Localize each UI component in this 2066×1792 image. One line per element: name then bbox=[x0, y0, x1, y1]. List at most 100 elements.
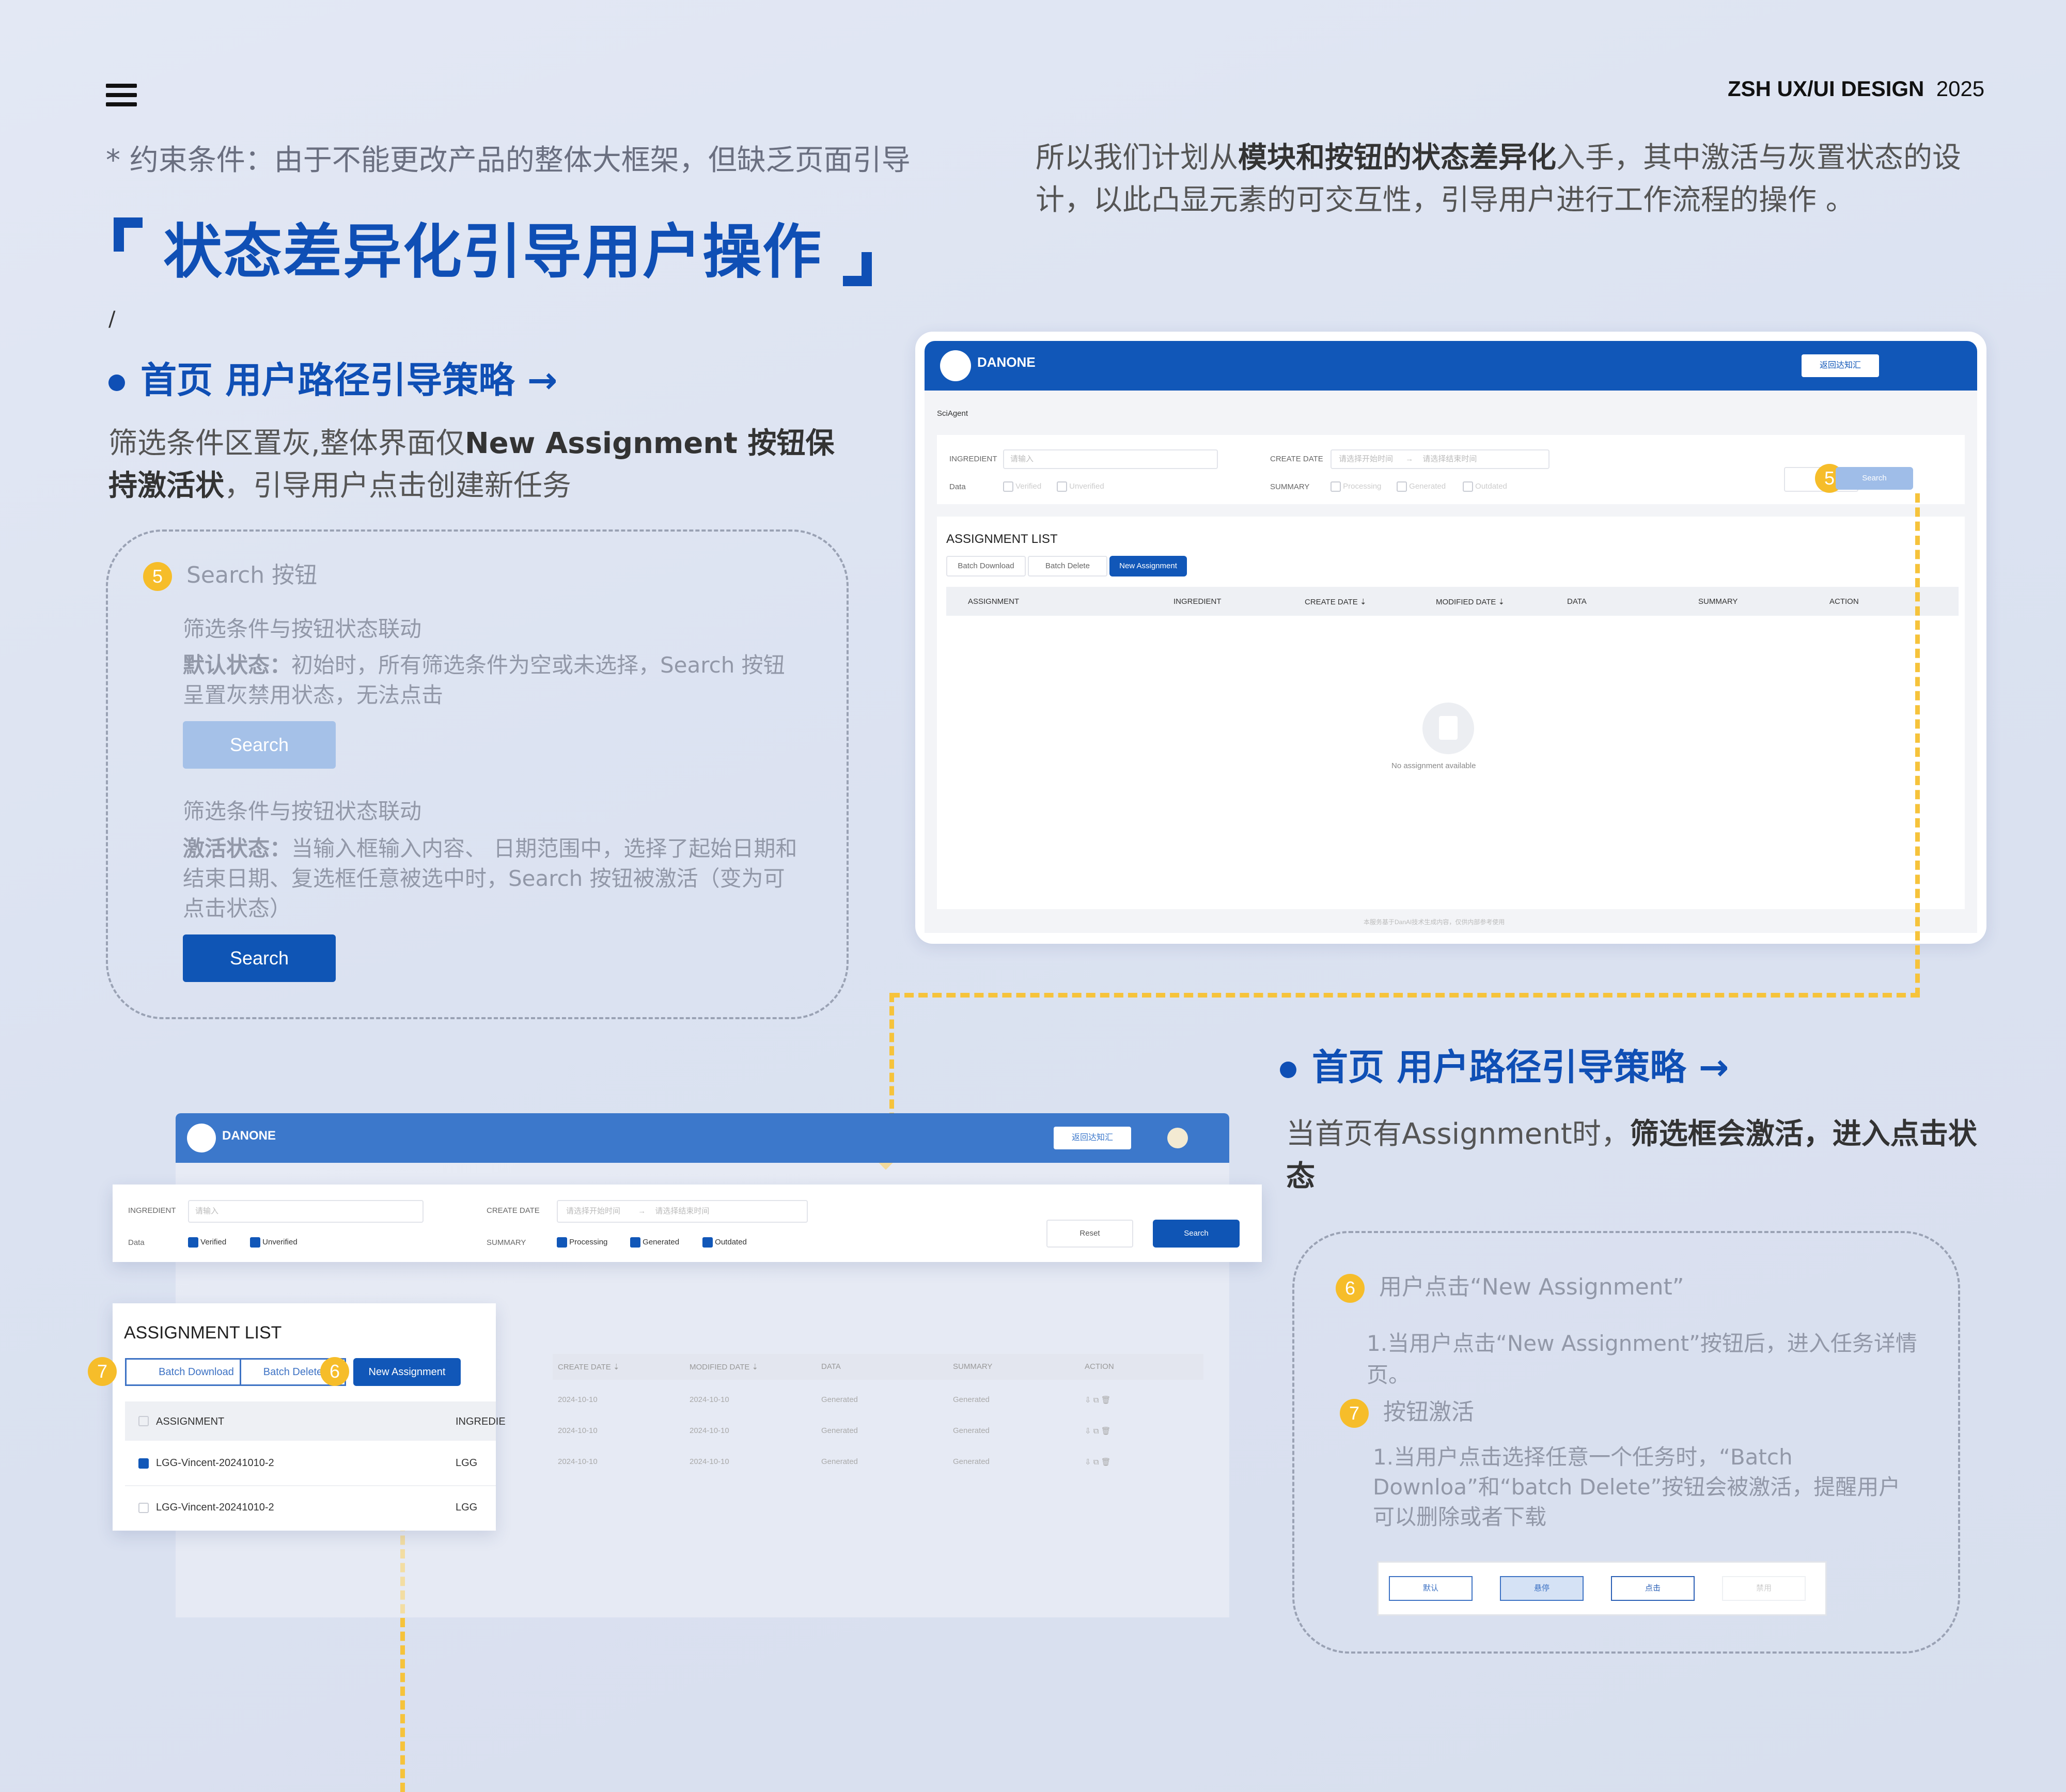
app2-data-label: Data bbox=[128, 1238, 145, 1247]
app1-batch-download-button: Batch Download bbox=[946, 556, 1026, 576]
col-create-date[interactable]: CREATE DATE ⇣ bbox=[1305, 597, 1367, 606]
card5-sub2: 筛选条件与按钮状态联动 bbox=[183, 799, 422, 824]
row-checkbox-checked[interactable] bbox=[138, 1458, 149, 1469]
app1-search-button-disabled: Search bbox=[1836, 467, 1913, 490]
empty-document-icon bbox=[1422, 703, 1474, 754]
app2-unverified-checkbox[interactable]: Unverified bbox=[250, 1237, 298, 1248]
section1-heading: 首页 用户路径引导策略 → bbox=[108, 351, 557, 403]
avatar[interactable] bbox=[1167, 1128, 1188, 1148]
search-button-disabled: Search bbox=[183, 721, 336, 769]
brand-header: ZSH UX/UI DESIGN 2025 bbox=[1728, 76, 1984, 101]
app2-col-ingredient: INGREDIE bbox=[456, 1416, 506, 1427]
select-all-checkbox[interactable] bbox=[138, 1416, 149, 1426]
slash-divider: / bbox=[108, 307, 116, 331]
state-default-button: 默认 bbox=[1389, 1576, 1473, 1601]
search-button-active[interactable]: Search bbox=[183, 934, 336, 982]
step-badge-7: 7 bbox=[1340, 1399, 1369, 1428]
app1-verified-checkbox[interactable]: Verified bbox=[1003, 481, 1041, 492]
row-checkbox[interactable] bbox=[138, 1503, 149, 1513]
bg-cell: 2024-10-10 bbox=[690, 1457, 729, 1466]
app2-outdated-checkbox[interactable]: Outdated bbox=[702, 1237, 747, 1248]
section2-heading: 首页 用户路径引导策略 → bbox=[1280, 1038, 1729, 1090]
app1-back-button[interactable]: 返回达知汇 bbox=[1802, 354, 1879, 377]
app1-create-date-label: CREATE DATE bbox=[1270, 455, 1323, 463]
card6-title: 用户点击“New Assignment” bbox=[1379, 1274, 1684, 1300]
state-pressed-button: 点击 bbox=[1611, 1576, 1695, 1601]
bg-cell: Generated bbox=[821, 1395, 858, 1404]
app1-processing-checkbox[interactable]: Processing bbox=[1331, 481, 1381, 492]
homepage-screenshot: DANONE 返回达知汇 SciAgent INGREDIENT 请输入 CRE… bbox=[915, 332, 1986, 944]
app2-reset-button[interactable]: Reset bbox=[1046, 1220, 1133, 1248]
app2-unverified-label: Unverified bbox=[262, 1237, 298, 1246]
app1-date-range[interactable]: 请选择开始时间 → 请选择结束时间 bbox=[1331, 449, 1549, 469]
table-row[interactable]: LGG-Vincent-20241010-2 LGG bbox=[125, 1485, 496, 1530]
row-assignment: LGG-Vincent-20241010-2 bbox=[156, 1502, 274, 1513]
card7-text: 1.当用户点击选择任意一个任务时，“Batch Downloa”和“batch … bbox=[1373, 1444, 1901, 1530]
card5-sub1: 筛选条件与按钮状态联动 bbox=[183, 616, 422, 642]
app2-search-button[interactable]: Search bbox=[1153, 1220, 1240, 1248]
app1-generated-checkbox[interactable]: Generated bbox=[1397, 481, 1446, 492]
hamburger-icon[interactable] bbox=[106, 84, 137, 112]
search-button-card: 5 Search 按钮 筛选条件与按钮状态联动 默认状态：初始时，所有筛选条件为… bbox=[106, 529, 849, 1019]
app2-list-panel: ASSIGNMENT LIST Batch Download 7 Batch D… bbox=[88, 1303, 506, 1531]
app1-unverified-checkbox[interactable]: Unverified bbox=[1057, 481, 1104, 492]
page-title: 状态差异化引导用户操作 bbox=[114, 204, 872, 289]
bg-col-2: DATA bbox=[821, 1362, 841, 1371]
app2-col-assignment: ASSIGNMENT bbox=[156, 1416, 225, 1427]
bg-cell: 2024-10-10 bbox=[558, 1457, 598, 1466]
action-icons: ⇩ ⧉ 🗑 bbox=[1085, 1427, 1111, 1436]
bg-cell: Generated bbox=[953, 1457, 990, 1466]
constraint-text: * 约束条件：由于不能更改产品的整体大框架，但缺乏页面引导 bbox=[106, 144, 911, 177]
state-hover-button: 悬停 bbox=[1500, 1576, 1584, 1601]
app2-date-end: 请选择结束时间 bbox=[655, 1207, 710, 1216]
app2-ingredient-input[interactable]: 请输入 bbox=[188, 1200, 424, 1223]
bg-col-0: CREATE DATE ⇣ bbox=[558, 1363, 620, 1372]
app2-header: DANONE 返回达知汇 bbox=[176, 1113, 1229, 1163]
app1-table-header: ASSIGNMENT INGREDIENT CREATE DATE ⇣ MODI… bbox=[946, 587, 1959, 616]
app1-header: DANONE 返回达知汇 bbox=[925, 341, 1977, 391]
app1-ingredient-input[interactable]: 请输入 bbox=[1003, 449, 1218, 469]
app1-list-title: ASSIGNMENT LIST bbox=[946, 532, 1058, 546]
app2-verified-label: Verified bbox=[200, 1237, 227, 1246]
app2-summary-label: SUMMARY bbox=[487, 1238, 526, 1247]
connector-line-v1 bbox=[1915, 493, 1920, 997]
app1-body: SciAgent INGREDIENT 请输入 CREATE DATE 请选择开… bbox=[925, 391, 1977, 933]
step-badge-6-app: 6 bbox=[320, 1357, 349, 1386]
app1-new-assignment-button[interactable]: New Assignment bbox=[1109, 556, 1187, 576]
bg-cell: Generated bbox=[953, 1395, 990, 1404]
app2-date-start: 请选择开始时间 bbox=[566, 1207, 621, 1216]
app2-table-header: ASSIGNMENT INGREDIE bbox=[125, 1401, 506, 1441]
bullet-dot-icon bbox=[1280, 1061, 1296, 1078]
app2-back-button[interactable]: 返回达知汇 bbox=[1054, 1127, 1131, 1149]
card6-text: 1.当用户点击“New Assignment”按钮后，进入任务详情页。 bbox=[1367, 1331, 1917, 1388]
app1-generated-label: Generated bbox=[1409, 481, 1446, 491]
app1-outdated-label: Outdated bbox=[1475, 481, 1507, 491]
step-badge-5: 5 bbox=[143, 562, 172, 591]
row-assignment: LGG-Vincent-20241010-2 bbox=[156, 1457, 274, 1469]
app2-processing-checkbox[interactable]: Processing bbox=[557, 1237, 607, 1248]
page-title-text: 状态差异化引导用户操作 bbox=[163, 217, 823, 286]
app1-date-end: 请选择结束时间 bbox=[1422, 455, 1477, 463]
app2-generated-checkbox[interactable]: Generated bbox=[630, 1237, 679, 1248]
section2-desc: 当首页有Assignment时，筛选框会激活，进入点击状态 bbox=[1286, 1113, 1978, 1198]
col-modified-date[interactable]: MODIFIED DATE ⇣ bbox=[1436, 597, 1505, 606]
step-badge-7-app: 7 bbox=[88, 1357, 117, 1386]
bg-cell: 2024-10-10 bbox=[690, 1426, 729, 1435]
bracket-left-icon bbox=[114, 217, 143, 252]
app2-new-assignment-button[interactable]: New Assignment bbox=[353, 1358, 461, 1386]
app1-ingredient-label: INGREDIENT bbox=[949, 455, 997, 463]
app2-outdated-label: Outdated bbox=[715, 1237, 747, 1246]
table-row[interactable]: LGG-Vincent-20241010-2 LGG bbox=[125, 1441, 496, 1486]
col-ingredient: INGREDIENT bbox=[1173, 597, 1222, 606]
new-assignment-card: 6 用户点击“New Assignment” 1.当用户点击“New Assig… bbox=[1292, 1231, 1960, 1654]
app2-logo-text: DANONE bbox=[222, 1129, 276, 1143]
app1-outdated-checkbox[interactable]: Outdated bbox=[1463, 481, 1507, 492]
connector-line-v2 bbox=[889, 993, 894, 1122]
app2-verified-checkbox[interactable]: Verified bbox=[188, 1237, 226, 1248]
bullet-dot-icon bbox=[108, 374, 125, 391]
bg-cell: 2024-10-10 bbox=[558, 1395, 598, 1404]
brand-name: ZSH UX/UI DESIGN bbox=[1728, 76, 1924, 101]
app2-date-range[interactable]: 请选择开始时间 → 请选择结束时间 bbox=[557, 1200, 808, 1223]
intro-pre: 所以我们计划从 bbox=[1036, 141, 1238, 175]
app1-processing-label: Processing bbox=[1343, 481, 1382, 491]
